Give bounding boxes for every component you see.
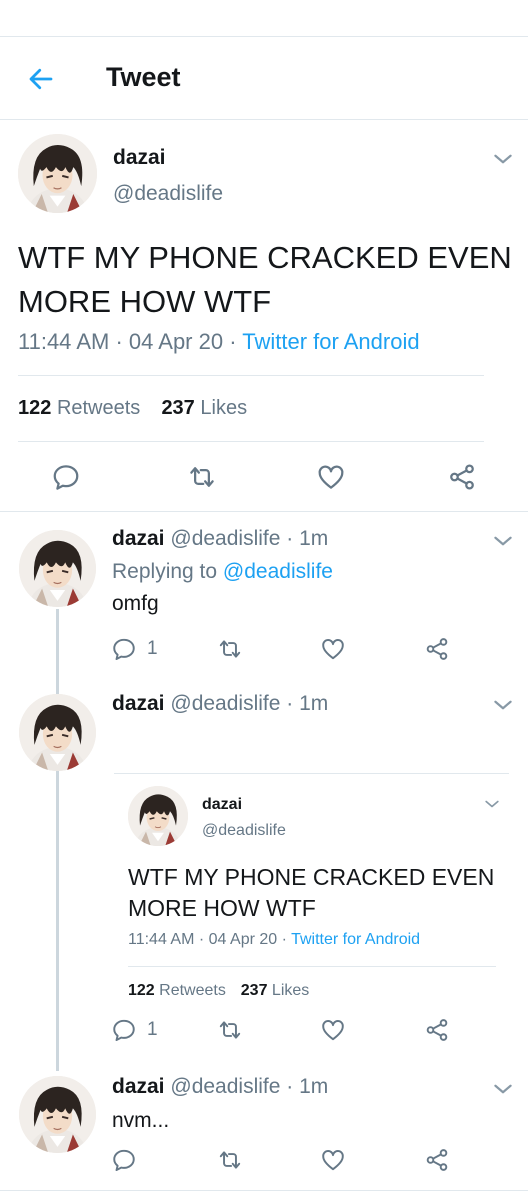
- divider: [128, 966, 496, 967]
- page-title: Tweet: [106, 62, 181, 92]
- separator: ·: [286, 1075, 294, 1098]
- tweet-text: nvm...: [112, 1109, 170, 1132]
- tweet-text: WTF MY PHONE CRACKED EVEN MORE HOW WTF: [18, 236, 512, 324]
- author-name[interactable]: dazai: [112, 692, 165, 715]
- separator: ·: [286, 692, 294, 715]
- share-icon[interactable]: [424, 1017, 450, 1043]
- tweet-age: 1m: [299, 692, 329, 715]
- like-stat[interactable]: 237 Likes: [161, 397, 247, 419]
- tweet-date: 04 Apr 20: [128, 329, 224, 354]
- avatar[interactable]: [19, 694, 96, 771]
- separator: ·: [198, 931, 205, 948]
- avatar[interactable]: [18, 134, 97, 213]
- reply-icon[interactable]: [111, 636, 137, 662]
- quoted-engagement-stats: 122 Retweets 237 Likes: [128, 982, 309, 1000]
- separator: ·: [229, 329, 237, 354]
- share-icon[interactable]: [447, 462, 477, 492]
- tweet-time: 11:44 AM: [128, 931, 195, 948]
- retweet-stat[interactable]: 122 Retweets: [18, 397, 140, 419]
- chevron-down-icon[interactable]: [490, 1076, 516, 1102]
- divider: [18, 441, 484, 442]
- quoted-tweet-text: WTF MY PHONE CRACKED EVEN MORE HOW WTF: [128, 862, 494, 924]
- heart-icon[interactable]: [316, 462, 346, 492]
- arrow-left-icon[interactable]: [26, 64, 56, 94]
- author-name[interactable]: dazai: [112, 1075, 165, 1098]
- chevron-down-icon[interactable]: [490, 528, 516, 554]
- tweet-text-line: WTF MY PHONE CRACKED EVEN: [18, 240, 512, 275]
- retweets-label: Retweets: [56, 397, 141, 419]
- tweet-age: 1m: [299, 527, 329, 550]
- author-name[interactable]: dazai: [113, 146, 166, 170]
- chevron-down-icon[interactable]: [490, 146, 516, 172]
- retweets-count: 122: [18, 397, 52, 419]
- retweets-count: 122: [128, 982, 155, 999]
- quoted-author-name: dazai: [202, 796, 243, 813]
- tweet-age: 1m: [299, 1075, 329, 1098]
- separator: ·: [281, 931, 287, 948]
- quoted-tweet-card[interactable]: [114, 773, 509, 774]
- avatar: [128, 786, 188, 846]
- divider: [0, 1190, 528, 1191]
- top-divider: [0, 36, 528, 37]
- avatar[interactable]: [19, 530, 96, 607]
- tweet-text-line: MORE HOW WTF: [128, 895, 316, 921]
- tweet-source-link: Twitter for Android: [291, 931, 421, 948]
- likes-count: 237: [161, 397, 195, 419]
- likes-count: 237: [240, 982, 268, 999]
- replying-to: Replying to @deadislife: [112, 560, 333, 584]
- retweets-label: Retweets: [159, 982, 226, 999]
- tweet-text-line: WTF MY PHONE CRACKED EVEN: [128, 864, 495, 890]
- thread-line: [56, 609, 59, 1071]
- chevron-down-icon[interactable]: [490, 692, 516, 718]
- heart-icon[interactable]: [320, 1017, 346, 1043]
- chevron-down-icon: [482, 794, 502, 814]
- reply-count: 1: [147, 1019, 158, 1040]
- tweet-text: omfg: [112, 592, 159, 615]
- author-handle[interactable]: @deadislife: [113, 182, 223, 206]
- avatar[interactable]: [19, 1076, 96, 1153]
- tweet-source-link[interactable]: Twitter for Android: [242, 329, 419, 354]
- replying-to-link[interactable]: @deadislife: [223, 560, 333, 583]
- reply-header: dazai @deadislife · 1m: [112, 527, 328, 551]
- author-handle[interactable]: @deadislife: [170, 527, 280, 550]
- reply-icon[interactable]: [111, 1147, 137, 1173]
- tweet-date: 04 Apr 20: [208, 931, 278, 948]
- divider: [18, 375, 484, 376]
- likes-label: Likes: [200, 397, 248, 419]
- heart-icon[interactable]: [320, 1147, 346, 1173]
- separator: ·: [286, 527, 294, 550]
- replying-label: Replying to: [112, 560, 218, 583]
- retweet-icon[interactable]: [217, 636, 243, 662]
- reply-header: dazai @deadislife · 1m: [112, 1075, 328, 1099]
- share-icon[interactable]: [424, 636, 450, 662]
- tweet-text-line: MORE HOW WTF: [18, 284, 272, 319]
- reply-icon[interactable]: [111, 1017, 137, 1043]
- quoted-author-handle: @deadislife: [202, 822, 286, 839]
- author-name[interactable]: dazai: [112, 527, 165, 550]
- reply-icon[interactable]: [51, 462, 81, 492]
- reply-header: dazai @deadislife · 1m: [112, 692, 328, 716]
- quoted-tweet-meta: 11:44 AM · 04 Apr 20 · Twitter for Andro…: [128, 931, 420, 949]
- reply-count: 1: [147, 638, 158, 659]
- tweet-time: 11:44 AM: [18, 329, 110, 354]
- retweet-icon[interactable]: [217, 1017, 243, 1043]
- retweet-icon[interactable]: [217, 1147, 243, 1173]
- tweet-meta: 11:44 AM · 04 Apr 20 · Twitter for Andro…: [18, 329, 420, 355]
- heart-icon[interactable]: [320, 636, 346, 662]
- likes-label: Likes: [271, 982, 310, 999]
- share-icon[interactable]: [424, 1147, 450, 1173]
- author-handle[interactable]: @deadislife: [170, 692, 280, 715]
- author-handle[interactable]: @deadislife: [170, 1075, 280, 1098]
- header-divider: [0, 119, 528, 120]
- separator: ·: [115, 329, 123, 354]
- divider: [0, 511, 528, 512]
- engagement-stats: 122 Retweets 237 Likes: [18, 397, 247, 420]
- retweet-icon[interactable]: [187, 462, 217, 492]
